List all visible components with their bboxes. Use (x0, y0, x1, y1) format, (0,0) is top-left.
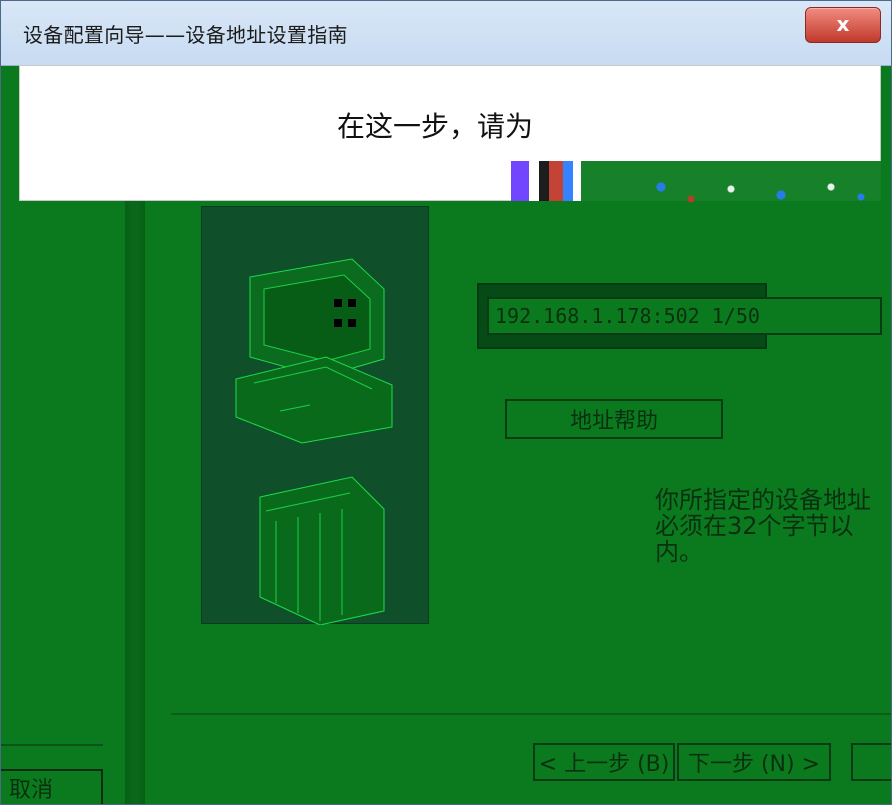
cancel-button[interactable]: 取消 (1, 769, 103, 804)
computer-icon (235, 258, 393, 444)
address-note: 你所指定的设备地址必须在32个字节以内。 (655, 486, 871, 566)
close-button[interactable]: x (805, 7, 881, 43)
device-address-input[interactable]: 192.168.1.178:502 1/50 (487, 297, 882, 335)
illustration-panel (201, 206, 429, 625)
next-button[interactable]: 下一步 (N) > (677, 743, 831, 781)
illustration-svg (235, 258, 393, 625)
bottom-separator (171, 713, 891, 715)
prev-button[interactable]: < 上一步 (B) (533, 743, 675, 781)
dialog-window: 设备配置向导——设备地址设置指南 x 在这一步，请为 192.168.1.178… (0, 0, 892, 805)
edge-button[interactable] (851, 743, 891, 781)
left-strip (1, 201, 136, 804)
instruction-text: 在这一步，请为 (337, 110, 534, 143)
window-title: 设备配置向导——设备地址设置指南 (23, 23, 348, 47)
address-help-button[interactable]: 地址帮助 (505, 399, 723, 439)
cancel-top-line (1, 744, 103, 746)
server-icon (259, 476, 385, 625)
left-divider (125, 201, 145, 804)
glitch-dots (641, 177, 881, 217)
title-bar: 设备配置向导——设备地址设置指南 x (1, 1, 891, 66)
close-icon: x (836, 12, 850, 36)
